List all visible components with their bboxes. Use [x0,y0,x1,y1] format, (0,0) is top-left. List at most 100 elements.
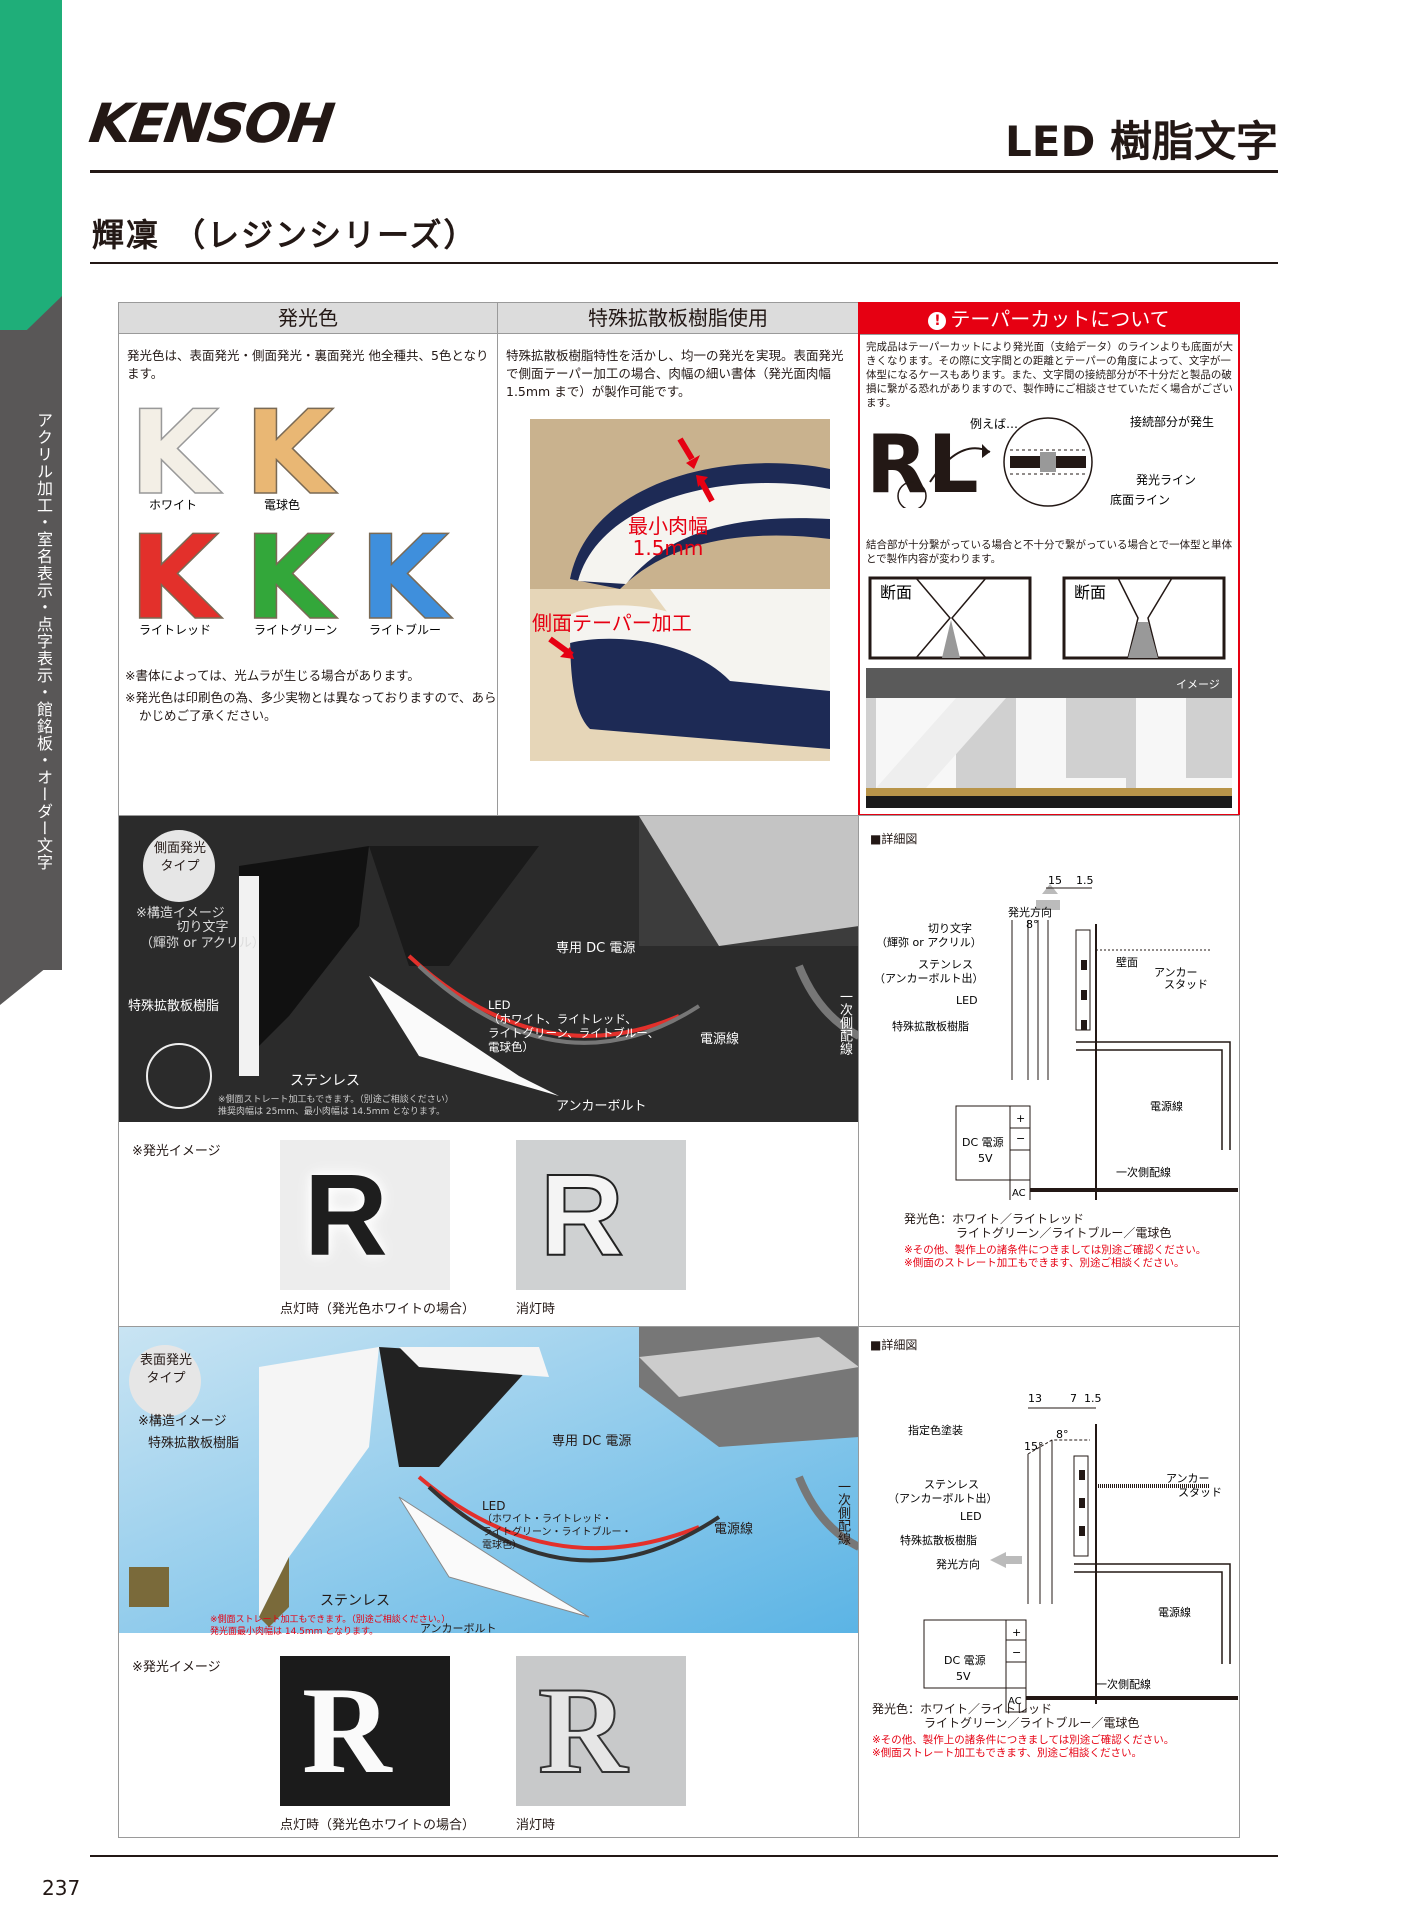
svg-text:発光ライン: 発光ライン [1136,473,1196,487]
svg-text:DC 電源: DC 電源 [962,1135,1004,1149]
swatch-label-3: ライトグリーン [254,623,337,637]
svg-text:15°: 15° [1024,1440,1044,1453]
side-cut-letter-label: 切り文字 （輝弥 or アクリル） [140,920,265,951]
side-lit-image: R [280,1140,450,1290]
face-structure-image [119,1327,859,1633]
side-wire-label: 電源線 [700,1032,740,1047]
svg-text:切り文字: 切り文字 [928,921,972,935]
svg-text:7: 7 [1070,1392,1077,1405]
face-dc-label: 専用 DC 電源 [552,1434,632,1449]
svg-text:イメージ: イメージ [1176,678,1220,691]
svg-text:5V: 5V [956,1670,971,1683]
face-straight-note: ※側面ストレート加工もできます。（別途ご相談ください。） 発光面最小肉幅は 14.… [210,1615,451,1637]
face-lit-caption: 点灯時（発光色ホワイトの場合） [280,1818,476,1833]
side-lit-caption: 点灯時（発光色ホワイトの場合） [280,1302,476,1317]
sample-text: RL [866,418,979,508]
svg-text:接続部分が発生: 接続部分が発生 [1130,414,1214,429]
diffuser-panel: 特殊拡散板樹脂使用 特殊拡散板樹脂特性を活かし、均一の発光を実現。表面発光で側面… [497,302,859,816]
side-stainless-label: ステンレス [290,1073,360,1089]
svg-text:（輝弥 or アクリル）: （輝弥 or アクリル） [876,935,982,949]
side-structure-title: ※構造イメージ [136,906,225,921]
svg-text:+: + [1012,1626,1021,1639]
svg-text:指定色塗装: 指定色塗装 [908,1423,963,1437]
header-rule [90,170,1278,173]
face-glow-title: ※発光イメージ [132,1660,221,1675]
swatch-label-0: ホワイト [149,498,197,512]
svg-text:+: + [1016,1112,1025,1125]
svg-text:一次側配線: 一次側配線 [1096,1677,1151,1691]
svg-text:断面: 断面 [880,583,912,602]
face-structure-title: ※構造イメージ [138,1414,227,1429]
alert-icon: ! [928,311,947,330]
side-detail-diagram: 15 1.5 発光方向 8° 切り文字 （輝弥 or アクリル） ステンレス （… [874,874,1238,1200]
svg-text:電源線: 電源線 [1158,1605,1191,1619]
side-detail-notes: ※その他、製作上の諸条件につきましては別途ご確認ください。 ※側面のストレート加工… [904,1244,1207,1269]
svg-text:発光方向: 発光方向 [1008,905,1052,919]
svg-text:壁面: 壁面 [1116,955,1138,969]
swatch-label-1: 電球色 [264,498,300,512]
taper-desc: 完成品はテーパーカットにより発光面（支給データ）のラインよりも底面が大きくなりま… [866,341,1233,409]
svg-text:特殊拡散板樹脂: 特殊拡散板樹脂 [892,1019,969,1033]
side-type-badge: 側面発光 タイプ [153,841,206,874]
color-note-2: ※発光色は印刷色の為、多少実物とは異なっておりますので、あらかじめご了承ください… [125,690,497,723]
side-anchor-label: アンカーボルト [556,1099,647,1114]
svg-text:5V: 5V [978,1152,993,1165]
taper-panel: ! テーパーカットについて 完成品はテーパーカットにより発光面（支給データ）のライ… [858,302,1240,816]
svg-text:8°: 8° [1056,1428,1069,1441]
svg-text:15: 15 [1048,874,1062,887]
side-tab-accent [0,0,62,330]
swatch-label-4: ライトブルー [369,622,441,637]
taper-label: 側面テーパー加工 [532,611,692,635]
series-title: 輝凜 （レジンシリーズ） [92,216,478,254]
page-title: LED 樹脂文字 [1005,117,1278,166]
svg-text:LED: LED [956,994,978,1007]
face-led-label: LED （ホワイト・ライトレッド・ ライトグリーン・ライトブルー・ 電球色） [482,1499,632,1552]
side-straight-note: ※側面ストレート加工もできます。（別途ご相談ください） 推奨肉幅は 25mm、最小… [218,1095,454,1117]
side-structure-image [119,816,859,1122]
side-diffuser-label: 特殊拡散板樹脂 [128,999,220,1014]
svg-text:8°: 8° [1026,918,1039,931]
svg-text:ステンレス: ステンレス [918,958,973,971]
footer-rule [90,1855,1278,1857]
svg-text:一次側配線: 一次側配線 [1116,1165,1171,1179]
face-detail-colors: 発光色：ホワイト／ライトレッド ライトグリーン／ライトブルー／電球色 [872,1702,1140,1730]
svg-text:1.5: 1.5 [1084,1392,1102,1405]
diffuser-desc: 特殊拡散板樹脂特性を活かし、均一の発光を実現。表面発光で側面テーパー加工の場合、… [506,348,844,399]
color-desc: 発光色は、表面発光・側面発光・裏面発光 他全種共、5色となります。 [127,348,489,381]
face-detail-title: ■詳細図 [870,1338,918,1352]
taper-example-diagram: RL 例えば… 接続部分が発生 発光ライン 底面ライン [866,414,1214,508]
side-dc-label: 専用 DC 電源 [556,941,636,956]
svg-text:（アンカーボルト出）: （アンカーボルト出） [888,1491,998,1505]
side-tab-tip [0,955,62,1005]
face-diffuser-label: 特殊拡散板樹脂 [148,1436,240,1451]
svg-text:例えば…: 例えば… [970,417,1018,431]
face-detail-notes: ※その他、製作上の諸条件につきましては別途ご確認ください。 ※側面ストレート加工も… [872,1734,1175,1759]
svg-text:スタッド: スタッド [1164,978,1208,991]
color-panel-header: 発光色 [119,303,497,334]
side-tab-label: アクリル加工・室名表示・点字表示・館銘板・オーダー文字 [34,412,53,871]
side-led-label: LED （ホワイト、ライトレッド、 ライトグリーン、ライトブルー、 電球色） [488,998,660,1054]
face-detail-diagram: 13 7 1.5 指定色塗装 15° 8° ステンレス （アンカーボルト出） L… [888,1392,1238,1713]
svg-text:発光方向: 発光方向 [936,1557,980,1571]
face-off-image: R [516,1656,686,1806]
section-diagrams: 断面 断面 [868,576,1226,660]
min-width-label: 最小肉幅 1.5mm [628,514,708,560]
color-swatches: Kホワイト K電球色Kライトレッド Kライトグリーン Kライトブルー [128,393,454,647]
side-divider [858,816,859,1327]
svg-text:LED: LED [960,1510,982,1523]
color-note-1: ※書体によっては、光ムラが生じる場合があります。 [125,668,420,683]
face-wire-label: 電源線 [714,1522,754,1537]
side-primary-label: 一次側配線 [837,990,852,1055]
diffuser-panel-header: 特殊拡散板樹脂使用 [498,303,858,334]
svg-text:特殊拡散板樹脂: 特殊拡散板樹脂 [900,1533,977,1547]
svg-text:（アンカーボルト出）: （アンカーボルト出） [874,971,984,985]
taper-image: イメージ [866,668,1232,808]
svg-text:AC: AC [1012,1188,1026,1199]
page-number: 237 [42,1876,81,1900]
svg-text:スタッド: スタッド [1178,1486,1222,1499]
swatch-label-2: ライトレッド [139,623,211,637]
side-off-caption: 消灯時 [516,1302,556,1317]
svg-text:アンカー: アンカー [1166,1472,1210,1485]
color-panel: 発光色 発光色は、表面発光・側面発光・裏面発光 他全種共、5色となります。 Kホ… [118,302,498,816]
svg-text:DC 電源: DC 電源 [944,1653,986,1667]
